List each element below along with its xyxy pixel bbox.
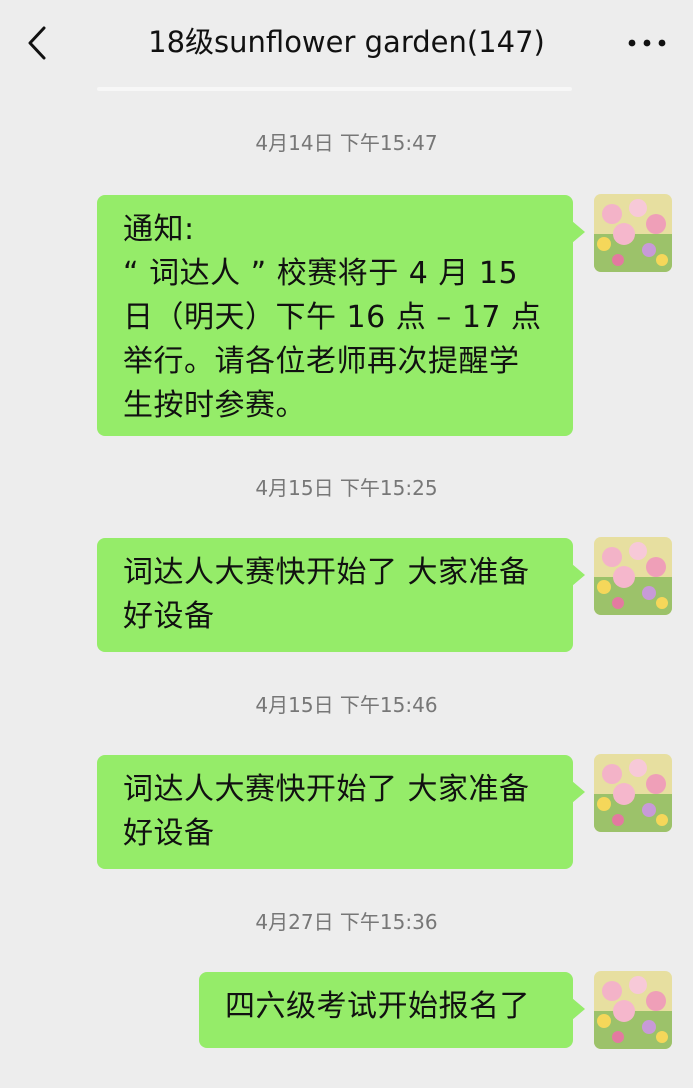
- message-line: 词达人大赛快开始了 大家准备: [123, 772, 530, 807]
- chat-header: 18级sunflower garden(147): [0, 0, 693, 86]
- timestamp: 4月15日 下午15:25: [255, 476, 438, 500]
- more-button[interactable]: [619, 18, 675, 68]
- message-bubble[interactable]: 词达人大赛快开始了 大家准备 好设备: [97, 755, 585, 869]
- message-line: 通知:: [123, 212, 195, 247]
- timestamp: 4月14日 下午15:47: [255, 131, 438, 155]
- avatar[interactable]: [594, 537, 672, 615]
- message-line: 举行。请各位老师再次提醒学: [123, 344, 520, 379]
- avatar[interactable]: [594, 754, 672, 832]
- back-button[interactable]: [14, 18, 60, 68]
- message-bubble[interactable]: 词达人大赛快开始了 大家准备 好设备: [97, 538, 585, 652]
- timestamp: 4月27日 下午15:36: [255, 910, 438, 934]
- message-line: 好设备: [123, 816, 215, 851]
- message-line: 日（明天）下午 16 点 – 17 点: [123, 300, 542, 335]
- avatar[interactable]: [594, 194, 672, 272]
- flower-avatar-icon: [594, 194, 672, 272]
- pull-indicator: [97, 87, 572, 91]
- message-line: 词达人大赛快开始了 大家准备: [123, 555, 530, 590]
- message-line: 生按时参赛。: [123, 388, 306, 423]
- more-dots-icon: [628, 39, 666, 47]
- flower-avatar-icon: [594, 971, 672, 1049]
- flower-avatar-icon: [594, 537, 672, 615]
- message-line: 四六级考试开始报名了: [225, 989, 530, 1024]
- chevron-left-icon: [28, 26, 46, 60]
- message-bubble[interactable]: 通知: “ 词达人 ” 校赛将于 4 月 15 日（明天）下午 16 点 – 1…: [97, 195, 585, 436]
- avatar[interactable]: [594, 971, 672, 1049]
- chat-title: 18级sunflower garden(147): [148, 25, 545, 59]
- message-bubble[interactable]: 四六级考试开始报名了: [199, 972, 585, 1048]
- flower-avatar-icon: [594, 754, 672, 832]
- message-line: 好设备: [123, 599, 215, 634]
- timestamp: 4月15日 下午15:46: [255, 693, 438, 717]
- message-line: “ 词达人 ” 校赛将于 4 月 15: [123, 256, 519, 291]
